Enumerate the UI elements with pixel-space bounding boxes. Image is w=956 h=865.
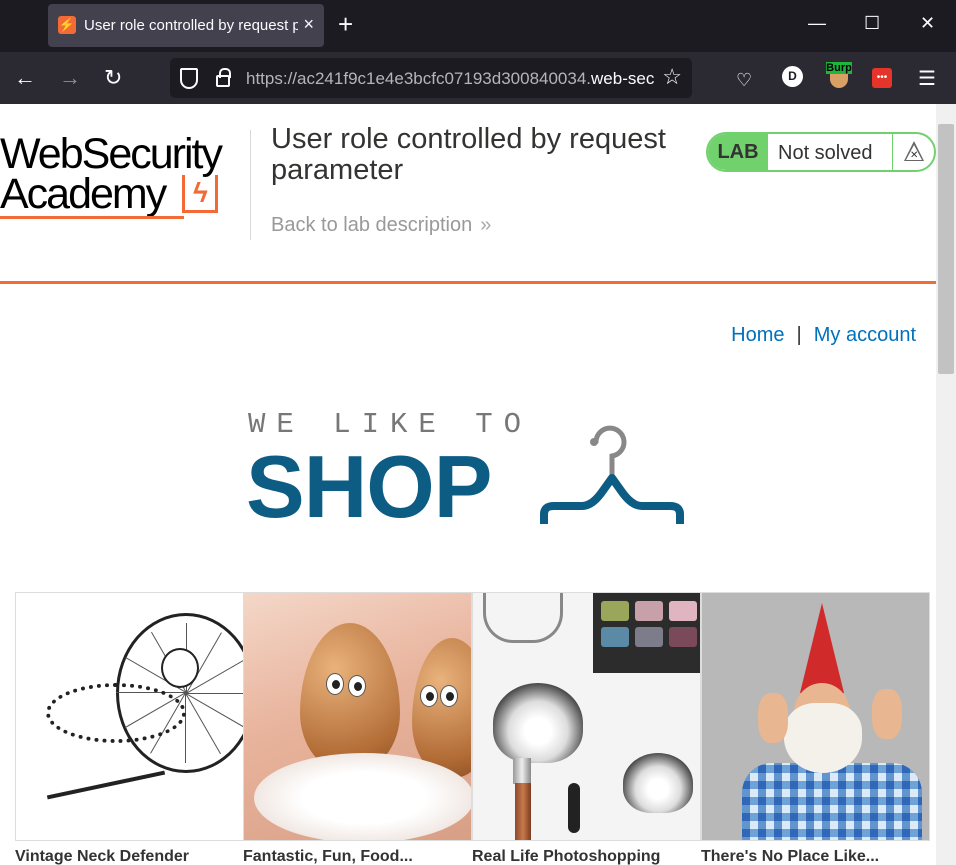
minimize-window-icon[interactable]: — bbox=[808, 12, 826, 34]
page-scrollbar[interactable] bbox=[936, 104, 956, 865]
lab-status-badge: LAB Not solved ✕ bbox=[706, 132, 936, 172]
product-grid: Vintage Neck Defender Fantastic, Fun, Fo… bbox=[15, 592, 936, 865]
close-tab-icon[interactable]: × bbox=[303, 14, 314, 34]
extension-d-icon[interactable]: D bbox=[782, 66, 803, 87]
shield-icon[interactable] bbox=[180, 68, 198, 89]
url-text[interactable]: https://ac241f9c1e4e3bcfc07193d300840034… bbox=[246, 69, 654, 89]
pocket-icon[interactable]: ♡ bbox=[736, 67, 752, 93]
page-content: WebSecurity Academy ϟ User role controll… bbox=[0, 104, 936, 865]
product-image-fantastic-fun-food[interactable] bbox=[243, 592, 472, 841]
flask-icon: ✕ bbox=[892, 134, 934, 170]
banner-shop-text: SHOP bbox=[246, 437, 492, 536]
scrollbar-thumb[interactable] bbox=[938, 124, 954, 374]
forward-arrow-icon[interactable]: → bbox=[59, 65, 81, 91]
my-account-link[interactable]: My account bbox=[814, 324, 916, 346]
browser-tabbar: ⚡ User role controlled by request parame… bbox=[0, 0, 956, 52]
lock-icon[interactable] bbox=[216, 68, 231, 87]
product-image-vintage-neck-defender[interactable] bbox=[15, 592, 244, 841]
web-security-academy-logo[interactable]: WebSecurity Academy ϟ bbox=[0, 132, 248, 222]
product-name[interactable]: Real Life Photoshopping bbox=[472, 848, 660, 865]
clothes-hanger-icon bbox=[540, 425, 684, 524]
lab-status-text: Not solved bbox=[778, 142, 873, 164]
header-divider bbox=[0, 281, 936, 284]
logo-bolt-icon: ϟ bbox=[182, 175, 218, 213]
hamburger-menu-icon[interactable]: ☰ bbox=[918, 66, 936, 91]
new-tab-button[interactable]: + bbox=[338, 11, 353, 37]
maximize-window-icon[interactable]: ☐ bbox=[864, 12, 880, 34]
browser-navbar: ← → ↻ https://ac241f9c1e4e3bcfc07193d300… bbox=[0, 52, 956, 104]
product-image-theres-no-place-like[interactable] bbox=[701, 592, 930, 841]
lightning-favicon-icon: ⚡ bbox=[58, 16, 76, 34]
close-window-icon[interactable]: ✕ bbox=[920, 12, 935, 34]
product-name[interactable]: Vintage Neck Defender bbox=[15, 848, 189, 865]
tab-title: User role controlled by request paramete… bbox=[84, 17, 298, 34]
product-image-real-life-photoshopping[interactable] bbox=[472, 592, 701, 841]
extension-red-icon[interactable]: ••• bbox=[872, 68, 892, 88]
burp-extension-icon[interactable]: Burp bbox=[826, 62, 852, 90]
we-like-to-shop-banner: WE LIKE TO SHOP bbox=[246, 404, 686, 534]
reload-icon[interactable]: ↻ bbox=[104, 65, 122, 91]
home-link[interactable]: Home bbox=[731, 324, 784, 346]
lab-label: LAB bbox=[708, 134, 768, 170]
top-navigation: Home | My account bbox=[731, 324, 916, 346]
logo-text-line2: Academy bbox=[0, 170, 167, 218]
product-name[interactable]: There's No Place Like... bbox=[701, 848, 879, 865]
back-arrow-icon[interactable]: ← bbox=[14, 65, 36, 91]
browser-tab[interactable]: ⚡ User role controlled by request parame… bbox=[48, 4, 324, 47]
bookmark-star-icon[interactable]: ☆ bbox=[662, 64, 682, 90]
double-chevron-right-icon: » bbox=[480, 214, 491, 236]
back-to-lab-description-link[interactable]: Back to lab description» bbox=[271, 214, 491, 237]
url-bar[interactable]: https://ac241f9c1e4e3bcfc07193d300840034… bbox=[170, 58, 692, 98]
product-name[interactable]: Fantastic, Fun, Food... bbox=[243, 848, 413, 865]
lab-title: User role controlled by request paramete… bbox=[271, 123, 666, 186]
